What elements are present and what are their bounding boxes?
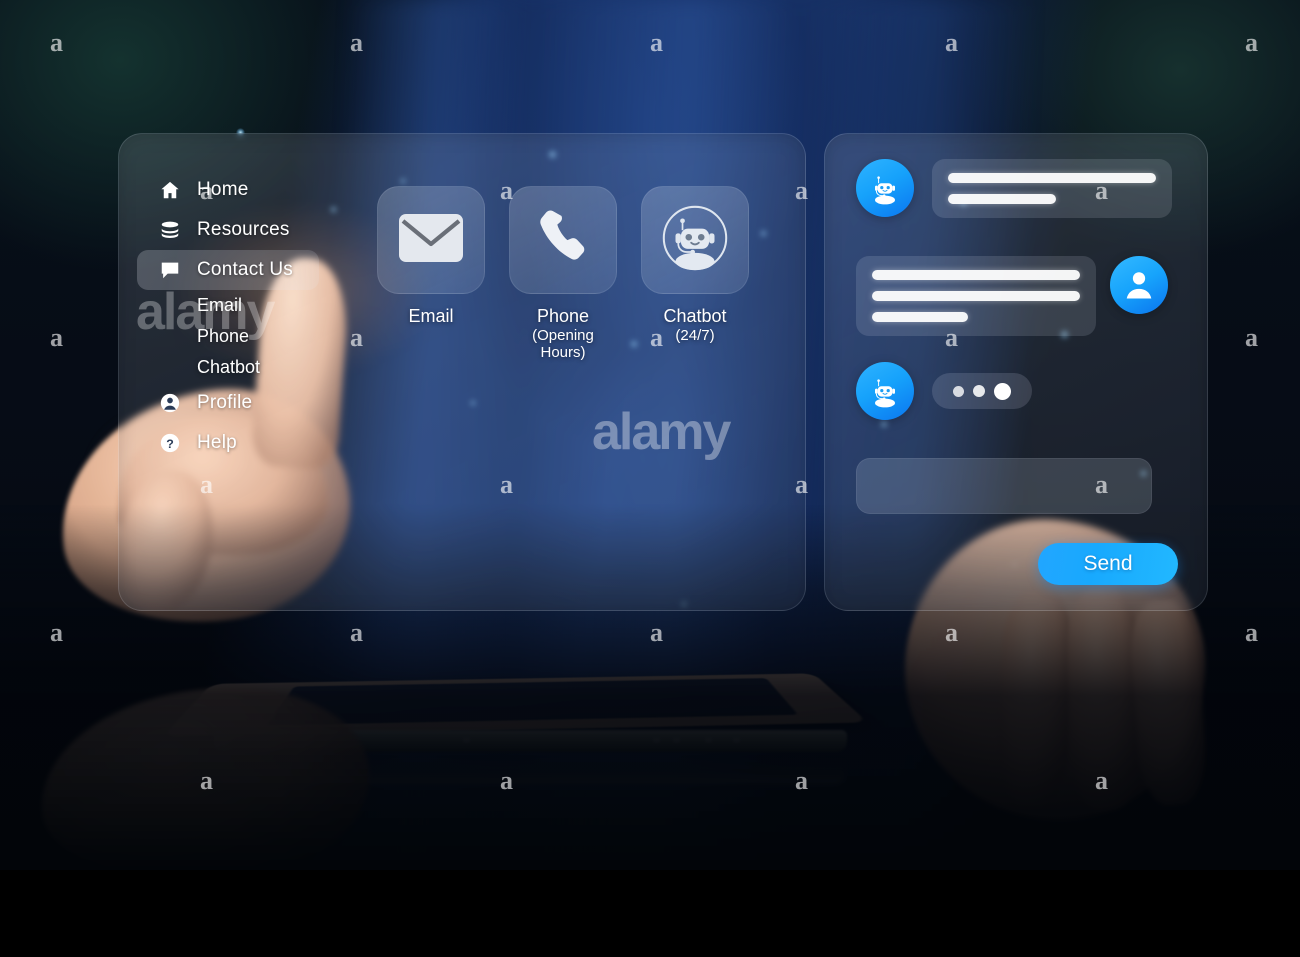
watermark-glyph: a (200, 176, 213, 205)
contact-card-title: Email (408, 306, 454, 326)
contact-card-tile[interactable] (377, 186, 485, 294)
watermark-glyph: a (50, 28, 63, 57)
sidebar-item-resources[interactable]: Resources (137, 210, 337, 250)
contact-menu-panel: Home Resources Contact Us Email Phone Ch… (118, 133, 806, 611)
chat-message-user (856, 256, 1168, 336)
watermark-glyph: a (945, 618, 958, 647)
watermark-glyph: a (350, 618, 363, 647)
home-icon (159, 179, 181, 201)
watermark-glyph: a (1095, 766, 1108, 795)
contact-card-title: Phone (536, 306, 590, 326)
sidebar-item-help[interactable]: ? Help (137, 423, 337, 463)
typing-indicator (932, 373, 1032, 409)
question-circle-icon: ? (159, 432, 181, 454)
watermark-glyph: a (500, 470, 513, 499)
contact-card-email[interactable]: Email (377, 186, 485, 361)
sidebar-item-label: Help (197, 432, 237, 453)
typing-dot (953, 385, 964, 397)
contact-card-subtitle: (Opening Hours) (532, 326, 594, 361)
watermark-glyph: a (795, 766, 808, 795)
watermark-glyph: a (350, 323, 363, 352)
typing-dot (994, 382, 1011, 400)
message-line (872, 312, 968, 322)
contact-method-cards: Email Phone (Opening Hours) Chatbot (24/… (377, 186, 749, 361)
watermark-brand-center: alamy (592, 403, 731, 461)
watermark-glyph: a (650, 28, 663, 57)
contact-card-tile[interactable] (509, 186, 617, 294)
message-line (948, 194, 1057, 204)
chat-message-bot-typing (856, 362, 1032, 420)
watermark-glyph: a (350, 28, 363, 57)
sidebar-item-label: Contact Us (197, 259, 293, 280)
footer-bar: alamy Image ID: 2M0A5DY www.alamy.com (0, 870, 1300, 957)
submenu-item-label: Chatbot (197, 357, 261, 377)
send-button[interactable]: Send (1038, 543, 1178, 585)
envelope-icon (398, 213, 464, 268)
contact-card-tile[interactable] (641, 186, 749, 294)
watermark-glyph: a (650, 323, 663, 352)
watermark-glyph: a (1245, 28, 1258, 57)
message-line (872, 291, 1080, 301)
robot-avatar-icon (856, 362, 914, 420)
sidebar-item-label: Resources (197, 219, 290, 240)
watermark-glyph: a (50, 618, 63, 647)
message-line (948, 173, 1156, 183)
watermark-brand-left: alamy (136, 283, 275, 341)
contact-card-caption: Email (377, 306, 485, 327)
watermark-glyph: a (500, 176, 513, 205)
svg-text:?: ? (166, 437, 174, 451)
submenu-item-chatbot[interactable]: Chatbot (137, 352, 337, 383)
chat-message-bot (856, 159, 1172, 218)
watermark-glyph: a (795, 470, 808, 499)
watermark-glyph: a (200, 766, 213, 795)
robot-avatar-icon (856, 159, 914, 217)
watermark-glyph: a (945, 323, 958, 352)
message-line (872, 270, 1080, 280)
chat-bubble (856, 256, 1096, 336)
watermark-glyph: a (945, 28, 958, 57)
chat-bubble-icon (159, 259, 181, 281)
contact-card-caption: Phone (Opening Hours) (509, 306, 617, 361)
watermark-glyph: a (500, 766, 513, 795)
chat-bubble (932, 159, 1172, 218)
chatbot-panel: Send (824, 133, 1208, 611)
watermark-glyph: a (50, 323, 63, 352)
user-avatar-icon (1110, 256, 1168, 314)
watermark-glyph: a (1095, 176, 1108, 205)
sidebar-item-home[interactable]: Home (137, 170, 337, 210)
typing-dot (973, 385, 985, 397)
watermark-glyph: a (650, 618, 663, 647)
database-icon (159, 219, 181, 241)
watermark-glyph: a (1095, 470, 1108, 499)
chat-thread: Send (825, 134, 1209, 612)
sidebar-item-profile[interactable]: Profile (137, 383, 337, 423)
watermark-glyph: a (200, 470, 213, 499)
contact-card-title: Chatbot (663, 306, 727, 326)
phone-handset-icon (532, 207, 594, 274)
watermark-glyph: a (795, 176, 808, 205)
watermark-glyph: a (1245, 618, 1258, 647)
watermark-glyph: a (1245, 323, 1258, 352)
contact-card-phone[interactable]: Phone (Opening Hours) (509, 186, 617, 361)
robot-icon (656, 199, 734, 282)
sidebar-item-label: Profile (197, 392, 253, 413)
user-circle-icon (159, 392, 181, 414)
